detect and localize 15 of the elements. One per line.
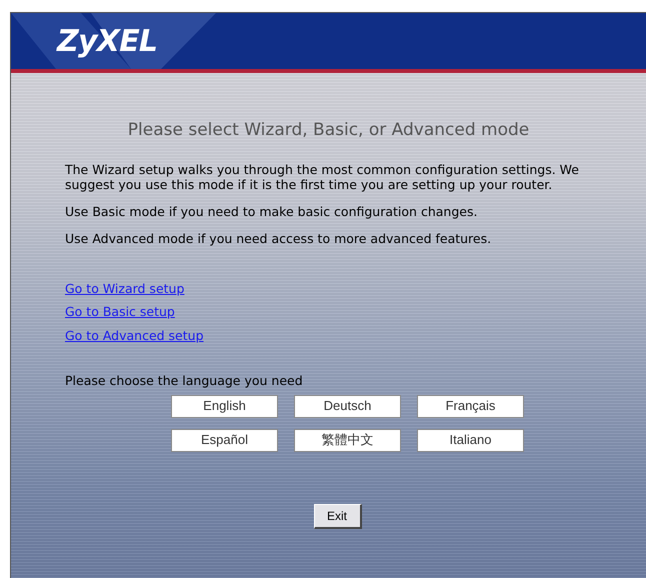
language-prompt: Please choose the language you need — [65, 372, 304, 390]
language-button[interactable]: English — [171, 394, 278, 418]
setup-link[interactable]: Go to Wizard setup — [65, 280, 184, 298]
language-button[interactable]: Français — [417, 394, 524, 418]
exit-button[interactable]: Exit — [314, 504, 362, 528]
setup-link[interactable]: Go to Basic setup — [65, 303, 175, 322]
logo: ZyXEL — [57, 22, 158, 60]
description-text: Use Basic mode if you need to make basic configuration changes. — [65, 204, 478, 218]
page-title: Please select Wizard, Basic, or Advanced mode — [126, 119, 530, 142]
language-button[interactable]: 繁體中文 — [294, 428, 401, 452]
language-button[interactable]: Deutsch — [294, 394, 401, 418]
description-text: Use Advanced mode if you need access to more advanced features. — [65, 230, 492, 246]
language-button[interactable]: Español — [171, 428, 278, 452]
description-text: The Wizard setup walks you through the most common configuration settings. We suggest you use this mode if it is the first time you are setting up your router. — [65, 162, 580, 192]
language-button[interactable]: Italiano — [417, 428, 524, 452]
